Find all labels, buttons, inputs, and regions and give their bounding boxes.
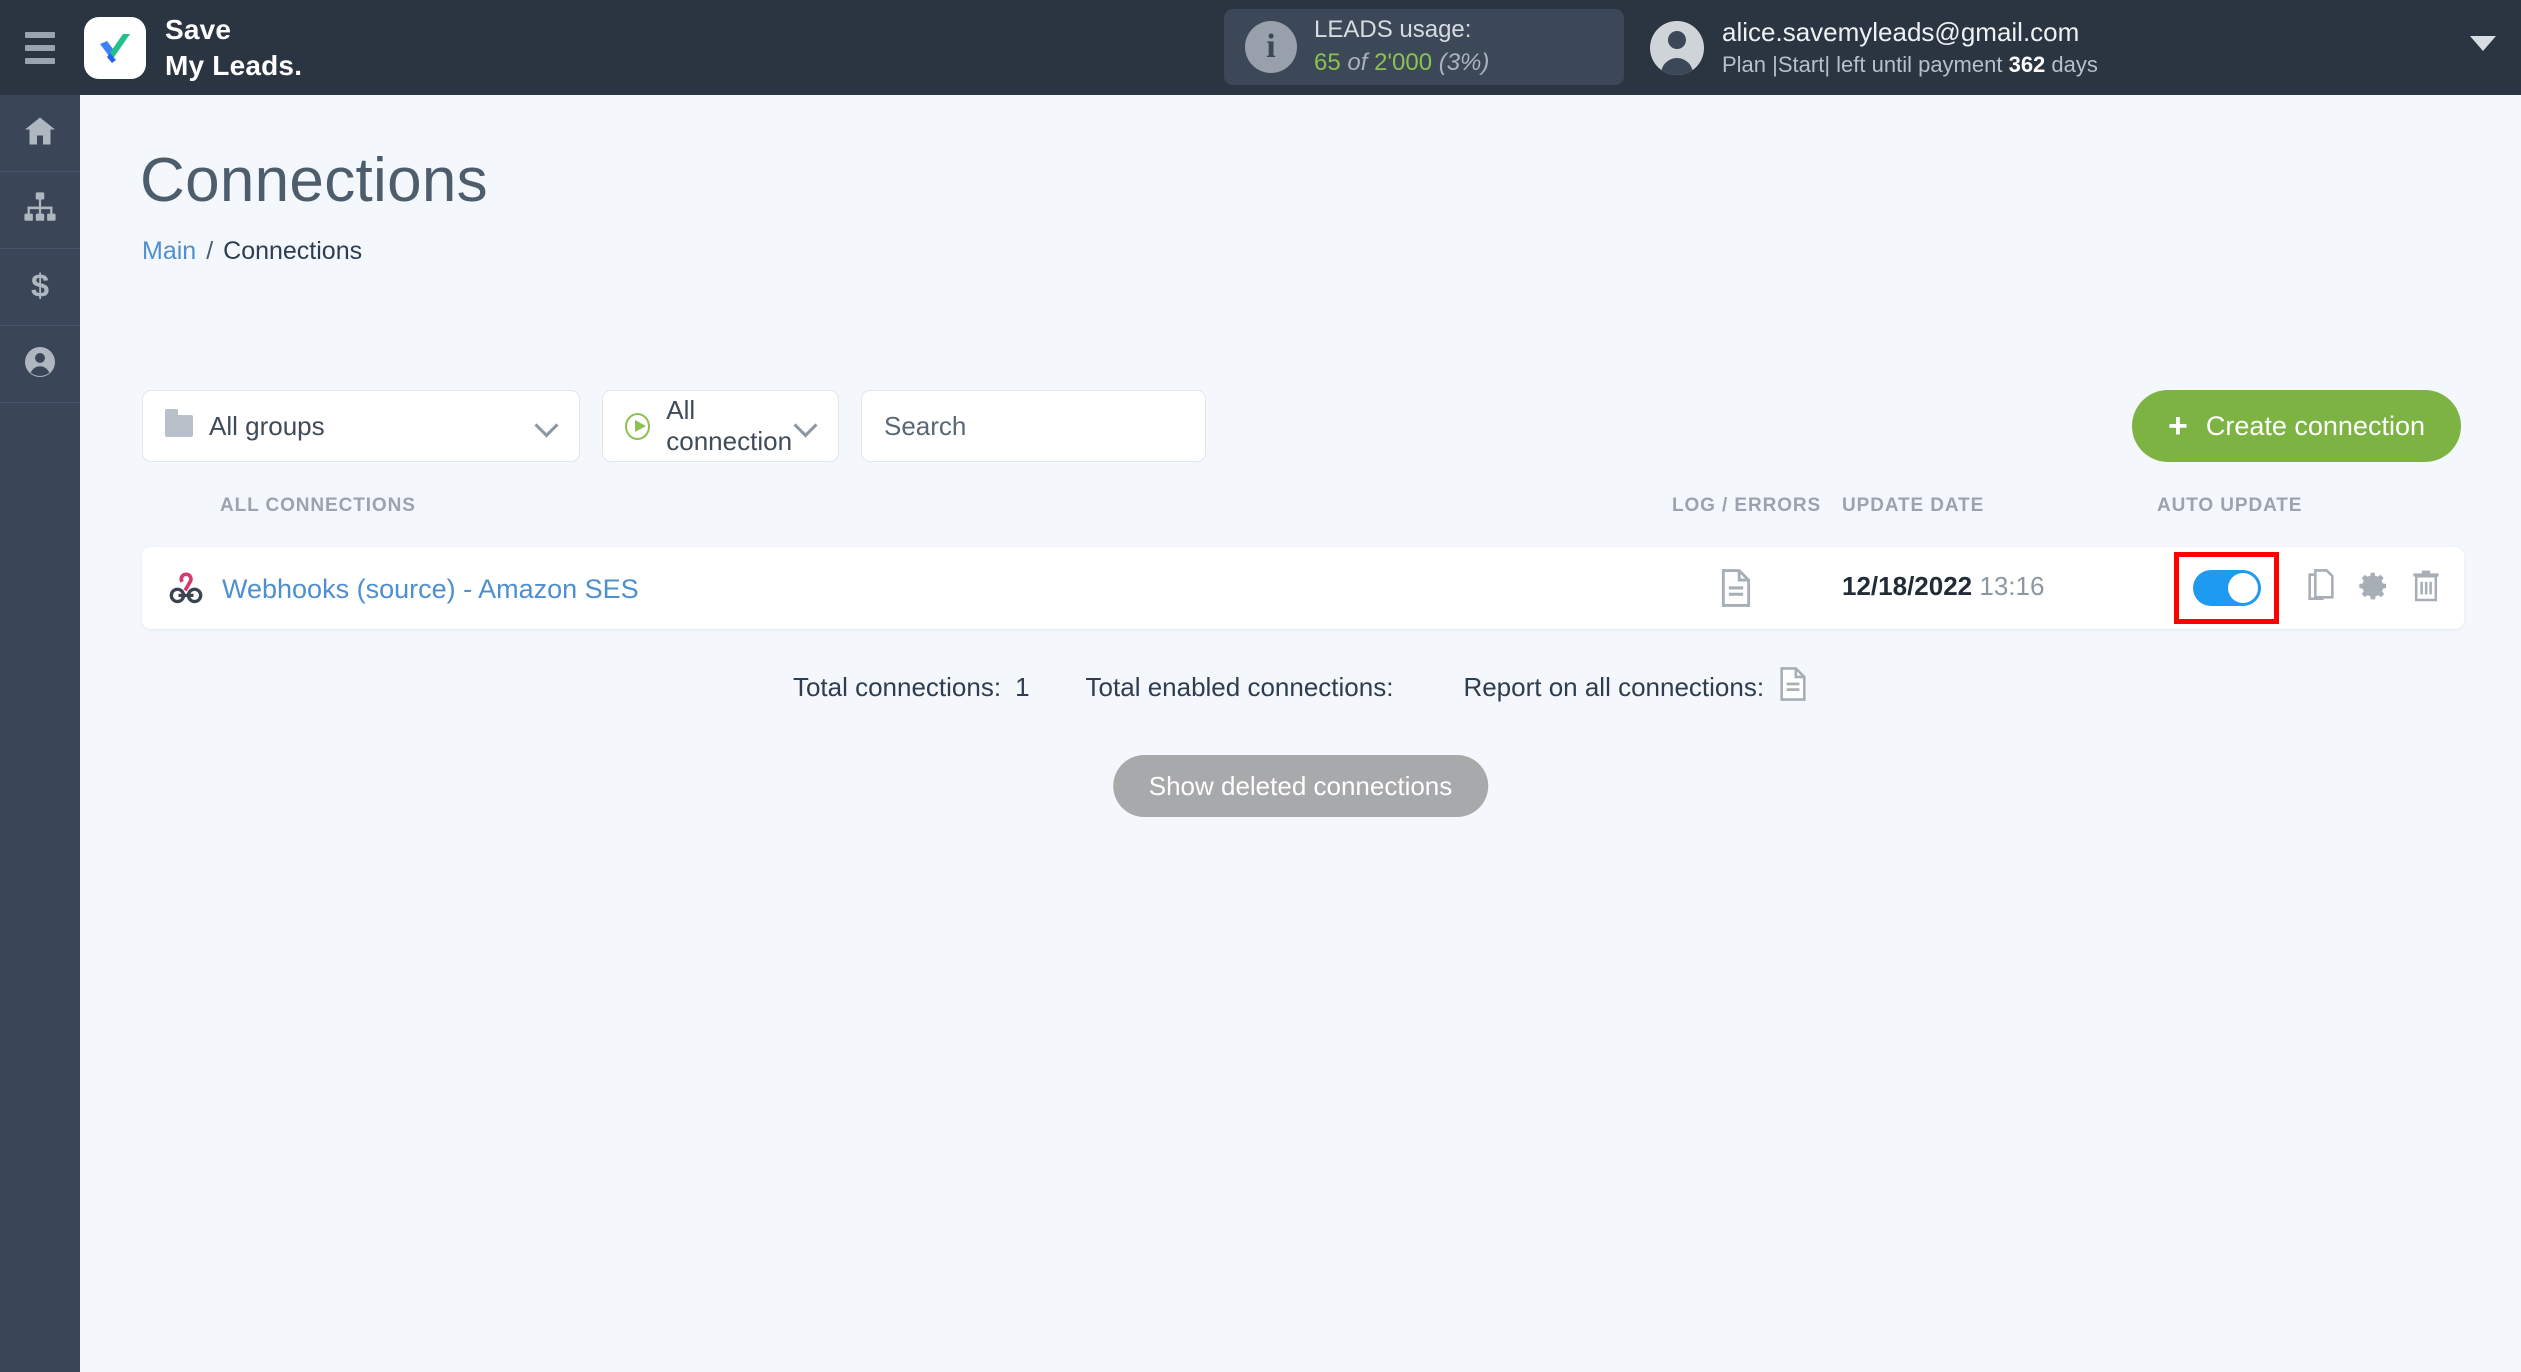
play-circle-icon [625, 412, 651, 440]
create-connection-label: Create connection [2205, 410, 2425, 441]
header-auto-update: AUTO UPDATE [2157, 495, 2303, 516]
account-email: alice.savemyleads@gmail.com [1722, 16, 2080, 47]
user-circle-icon [22, 344, 58, 385]
total-enabled-connections: Total enabled connections: [1086, 672, 1408, 703]
report-label: Report on all connections: [1463, 672, 1765, 702]
gear-icon[interactable] [2358, 570, 2390, 602]
total-connections-label: Total connections: [792, 672, 1002, 702]
svg-text:$: $ [31, 268, 49, 302]
sitemap-icon [23, 191, 57, 230]
usage-of: of [1340, 49, 1375, 76]
breadcrumb-main[interactable]: Main [142, 237, 196, 266]
auto-update-highlight [2174, 552, 2279, 624]
header-all-connections: ALL CONNECTIONS [220, 495, 416, 516]
update-date-value: 12/18/2022 13:16 [1842, 571, 2044, 602]
usage-numbers: 65 of 2'000 (3%) [1314, 47, 1489, 80]
brand-name: Save My Leads. [165, 12, 302, 84]
log-errors-icon[interactable] [1719, 569, 1753, 612]
sidebar-item-home[interactable] [0, 95, 80, 172]
sidebar-item-billing[interactable]: $ [0, 249, 80, 326]
filter-bar: All groups All connection [142, 390, 1206, 462]
auto-update-toggle[interactable] [2192, 570, 2261, 606]
plan-suffix: days [2045, 52, 2098, 78]
hamburger-bar [25, 44, 55, 51]
row-actions [2306, 569, 2440, 603]
breadcrumb-separator: / [206, 237, 214, 265]
sidebar: $ [0, 95, 80, 1372]
usage-total: 2'000 [1374, 49, 1433, 76]
update-date: 12/18/2022 [1842, 571, 1973, 601]
brand-line-2: My Leads. [165, 49, 303, 81]
dollar-icon: $ [23, 267, 57, 307]
hamburger-bar [25, 57, 55, 64]
chevron-down-icon[interactable] [2470, 36, 2496, 51]
all-groups-select[interactable]: All groups [142, 390, 580, 462]
usage-text: LEADS usage: 65 of 2'000 (3%) [1314, 14, 1489, 79]
connection-stats: Total connections: 1 Total enabled conne… [80, 667, 2521, 708]
connection-link[interactable]: Webhooks (source) - Amazon SES [168, 569, 639, 610]
webhook-icon [168, 569, 204, 610]
leads-usage-badge[interactable]: i LEADS usage: 65 of 2'000 (3%) [1224, 9, 1624, 85]
table-row: Webhooks (source) - Amazon SES 12/18/202… [142, 547, 2464, 629]
breadcrumb-current: Connections [223, 237, 363, 265]
report-on-all-connections: Report on all connections: [1463, 667, 1808, 708]
app-logo-icon [84, 16, 146, 79]
header-update-date: UPDATE DATE [1842, 495, 1985, 516]
folder-icon [165, 409, 193, 437]
sidebar-item-account[interactable] [0, 326, 80, 403]
total-connections-value: 1 [1015, 672, 1030, 702]
all-connection-select[interactable]: All connection [602, 390, 839, 462]
total-connections: Total connections: 1 [793, 672, 1030, 703]
show-deleted-connections-button[interactable]: Show deleted connections [1112, 755, 1489, 817]
chevron-down-icon [534, 413, 559, 438]
main-content: Connections Main / Connections All group… [80, 95, 2521, 1372]
plan-days: 362 [2008, 52, 2046, 78]
breadcrumb: Main / Connections [142, 237, 362, 266]
hamburger-bar [25, 31, 55, 38]
account-plan: Plan |Start| left until payment 362 days [1722, 50, 2098, 81]
account-text: alice.savemyleads@gmail.com Plan |Start|… [1722, 14, 2098, 81]
usage-title: LEADS usage: [1314, 16, 1472, 44]
plus-icon: + [2168, 407, 2188, 445]
update-time: 13:16 [1979, 571, 2045, 601]
table-header: ALL CONNECTIONS LOG / ERRORS UPDATE DATE… [142, 495, 2462, 533]
all-groups-label: All groups [209, 410, 325, 441]
page-title: Connections [140, 146, 488, 215]
plan-prefix: Plan |Start| left until payment [1722, 52, 2009, 78]
usage-percent: (3%) [1438, 49, 1490, 76]
top-bar: Save My Leads. i LEADS usage: 65 of 2'00… [0, 0, 2521, 95]
info-glyph: i [1266, 28, 1276, 65]
brand-line-1: Save [165, 13, 232, 45]
hamburger-menu-icon[interactable] [0, 0, 80, 95]
create-connection-button[interactable]: + Create connection [2132, 390, 2461, 462]
copy-icon[interactable] [2306, 569, 2336, 603]
sidebar-item-connections[interactable] [0, 172, 80, 249]
brand-logo-area[interactable]: Save My Leads. [84, 12, 302, 84]
info-icon: i [1245, 21, 1297, 73]
account-menu[interactable]: alice.savemyleads@gmail.com Plan |Start|… [1650, 0, 2098, 95]
connection-name: Webhooks (source) - Amazon SES [222, 574, 639, 604]
trash-icon[interactable] [2412, 569, 2440, 603]
report-icon[interactable] [1778, 667, 1808, 708]
header-log-errors: LOG / ERRORS [1672, 495, 1822, 516]
usage-used: 65 [1314, 49, 1341, 76]
search-input[interactable] [861, 390, 1206, 462]
avatar [1650, 20, 1704, 75]
home-icon [22, 113, 58, 154]
total-enabled-label: Total enabled connections: [1085, 672, 1394, 702]
